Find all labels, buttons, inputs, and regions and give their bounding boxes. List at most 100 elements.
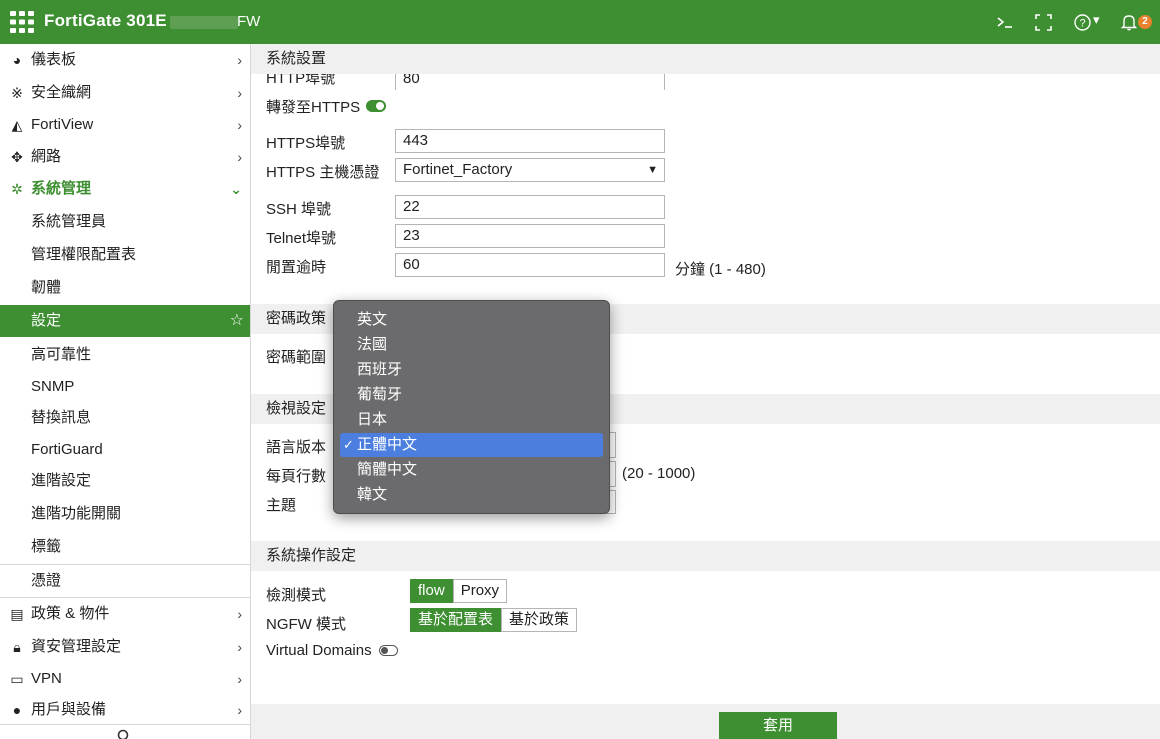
section-title: 密碼政策 [266, 310, 327, 327]
idle-timeout-hint: 分鐘 (1 - 480) [675, 261, 766, 278]
password-scope-label: 密碼範圍 [266, 349, 327, 366]
fortinet-logo-icon [10, 11, 34, 33]
ngfw-mode-group: 基於配置表 基於政策 [410, 608, 578, 632]
sidebar-item-fortiguard[interactable]: FortiGuard [0, 434, 250, 466]
language-option-portuguese[interactable]: 葡萄牙 [340, 383, 603, 407]
option-label: 韓文 [357, 486, 388, 503]
chevron-right-icon: › [237, 52, 242, 68]
sidebar-item-replacement-messages[interactable]: 替換訊息 [0, 402, 250, 434]
inspection-flow-button[interactable]: flow [410, 579, 453, 603]
ngfw-policy-based-button[interactable]: 基於政策 [501, 608, 578, 632]
device-name: FortiGate 301E [44, 11, 167, 30]
ssh-port-input[interactable]: 22 [395, 195, 665, 219]
help-icon[interactable]: ? [1074, 14, 1091, 31]
bell-icon[interactable] [1121, 13, 1137, 31]
sidebar-item-system[interactable]: ✲ 系統管理 ⌄ [0, 173, 250, 205]
language-dropdown-menu: 英文 法國 西班牙 葡萄牙 日本 ✓ 正體中文 簡體中文 韓文 [333, 300, 610, 514]
sidebar-item-user-device[interactable]: ● 用戶與設備 › [0, 694, 250, 726]
sidebar-item-label: FortiGuard [31, 441, 103, 458]
search-icon[interactable] [116, 728, 132, 739]
sidebar-item-label: 系統管理 [31, 180, 92, 197]
chevron-right-icon: › [237, 639, 242, 655]
sidebar-item-label: VPN [31, 670, 62, 687]
footer-bar [251, 704, 1160, 739]
fullscreen-icon[interactable] [1035, 14, 1052, 31]
chevron-right-icon: › [237, 671, 242, 687]
top-bar: FortiGate 301E FW ? ▾ 2 [0, 0, 1160, 44]
star-icon[interactable]: ☆ [230, 305, 244, 337]
sidebar-item-label: 用戶與設備 [31, 701, 107, 718]
http-port-input[interactable]: 80 [395, 72, 665, 90]
sidebar-item-settings[interactable]: 設定 ☆ [0, 305, 250, 337]
sidebar-item-security-fabric[interactable]: ※ 安全織網 › [0, 77, 250, 109]
chevron-right-icon: › [237, 149, 242, 165]
hostname-redacted [170, 16, 238, 29]
sidebar-item-label: 政策 & 物件 [31, 605, 110, 622]
section-title: 系統操作設定 [266, 547, 357, 564]
sidebar-item-security-profiles[interactable]: 🔒︎ 資安管理設定 › [0, 631, 250, 663]
sidebar-item-label: 網路 [31, 148, 62, 165]
sidebar-item-firmware[interactable]: 韌體 [0, 272, 250, 304]
https-cert-value: Fortinet_Factory [403, 161, 513, 178]
network-icon: ✥ [11, 149, 23, 165]
sidebar-item-dashboard[interactable]: ◕ 儀表板 › [0, 44, 250, 76]
ngfw-mode-label: NGFW 模式 [266, 616, 346, 633]
sidebar-item-certificates[interactable]: 憑證 [0, 565, 250, 597]
inspection-proxy-button[interactable]: Proxy [452, 579, 508, 603]
telnet-port-input[interactable]: 23 [395, 224, 665, 248]
https-port-input[interactable]: 443 [395, 129, 665, 153]
sidebar-item-admin-profiles[interactable]: 管理權限配置表 [0, 239, 250, 271]
sidebar-item-label: 進階設定 [31, 472, 92, 489]
sidebar-item-administrators[interactable]: 系統管理員 [0, 206, 250, 238]
redirect-https-toggle[interactable] [366, 100, 386, 112]
language-label: 語言版本 [266, 439, 327, 456]
https-cert-select[interactable]: Fortinet_Factory ▼ [395, 158, 665, 182]
sidebar-item-advanced[interactable]: 進階設定 [0, 465, 250, 497]
terminal-icon[interactable] [996, 14, 1014, 30]
sidebar-item-feature-visibility[interactable]: 進階功能開關 [0, 498, 250, 530]
fortiview-icon: ◭ [11, 117, 23, 133]
language-option-spanish[interactable]: 西班牙 [340, 358, 603, 382]
section-title: 檢視設定 [266, 400, 327, 417]
user-icon: ● [12, 702, 22, 718]
gear-icon: ✲ [11, 181, 23, 197]
ngfw-profile-based-button[interactable]: 基於配置表 [410, 608, 502, 632]
idle-timeout-input[interactable]: 60 [395, 253, 665, 277]
sidebar-item-label: 韌體 [31, 279, 62, 296]
sidebar-item-label: 標籤 [31, 538, 62, 555]
policy-icon: ▤ [10, 606, 24, 622]
ssh-port-label: SSH 埠號 [266, 201, 332, 218]
sidebar-item-vpn[interactable]: ▭ VPN › [0, 663, 250, 695]
sidebar-item-label: 高可靠性 [31, 346, 92, 363]
language-option-japanese[interactable]: 日本 [340, 408, 603, 432]
https-port-label: HTTPS埠號 [266, 135, 346, 152]
sidebar-item-label: 管理權限配置表 [31, 246, 137, 263]
language-option-traditional-chinese[interactable]: ✓ 正體中文 [340, 433, 603, 457]
help-chevron-down-icon[interactable]: ▾ [1093, 12, 1100, 28]
sidebar-item-snmp[interactable]: SNMP [0, 371, 250, 403]
sidebar-item-fortiview[interactable]: ◭ FortiView › [0, 109, 250, 141]
language-option-simplified-chinese[interactable]: 簡體中文 [340, 458, 603, 482]
sidebar-item-label: 設定 [31, 312, 62, 329]
option-label: 英文 [357, 311, 388, 328]
caret-down-icon: ▼ [647, 164, 658, 176]
sidebar-item-label: SNMP [31, 378, 75, 395]
sidebar-item-policy-objects[interactable]: ▤ 政策 & 物件 › [0, 598, 250, 630]
option-label: 簡體中文 [357, 461, 418, 478]
inspection-mode-label: 檢測模式 [266, 587, 327, 604]
language-option-french[interactable]: 法國 [340, 333, 603, 357]
dashboard-icon: ◕ [12, 52, 22, 68]
sidebar-item-tags[interactable]: 標籤 [0, 531, 250, 563]
chevron-right-icon: › [237, 117, 242, 133]
checkmark-icon: ✓ [343, 437, 354, 452]
language-option-english[interactable]: 英文 [340, 308, 603, 332]
sidebar-item-network[interactable]: ✥ 網路 › [0, 141, 250, 173]
section-title: 系統設置 [266, 50, 327, 67]
language-option-korean[interactable]: 韓文 [340, 483, 603, 507]
sidebar-item-label: 儀表板 [31, 51, 77, 68]
sidebar-item-ha[interactable]: 高可靠性 [0, 339, 250, 371]
virtual-domains-toggle[interactable] [379, 645, 398, 656]
apply-button[interactable]: 套用 [719, 712, 837, 739]
http-port-label: HTTP埠號 [266, 72, 336, 87]
sidebar: ◕ 儀表板 › ※ 安全織網 › ◭ FortiView › ✥ 網路 › ✲ … [0, 44, 251, 739]
